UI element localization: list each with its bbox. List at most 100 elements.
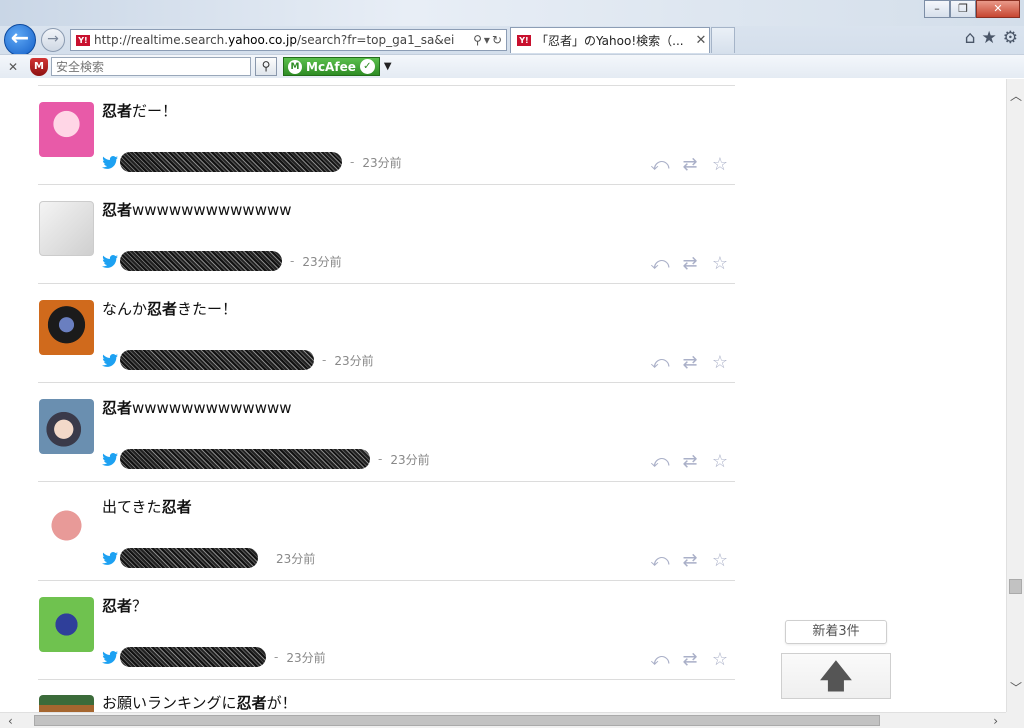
favorite-star-icon[interactable]: ☆ — [709, 649, 731, 670]
reply-icon[interactable]: ⤺ — [649, 550, 671, 571]
tweet-item: 忍者？ - 23分前 ⤺ ⇄ ☆ — [38, 581, 735, 680]
avatar[interactable] — [39, 597, 94, 652]
minimize-button[interactable]: – — [924, 0, 950, 18]
home-icon[interactable]: ⌂ — [965, 28, 976, 48]
reply-icon[interactable]: ⤺ — [649, 154, 671, 175]
yahoo-favicon-icon: Y! — [76, 34, 90, 46]
retweet-icon[interactable]: ⇄ — [679, 451, 701, 472]
gear-icon[interactable]: ⚙ — [1003, 28, 1018, 48]
scroll-left-icon[interactable]: ‹ — [8, 714, 13, 728]
tweet-time[interactable]: 23分前 — [302, 253, 341, 270]
favorite-star-icon[interactable]: ☆ — [709, 154, 731, 175]
tweet-text: 忍者だー！ — [102, 102, 178, 120]
check-icon: ✓ — [359, 59, 375, 74]
redacted-username — [120, 152, 342, 172]
vertical-scrollbar[interactable]: ︿ ﹀ — [1006, 79, 1024, 712]
twitter-bird-icon — [102, 155, 118, 169]
avatar[interactable] — [39, 102, 94, 157]
favorite-star-icon[interactable]: ☆ — [709, 550, 731, 571]
tweet-text: 忍者？ — [102, 597, 148, 615]
reply-icon[interactable]: ⤺ — [649, 451, 671, 472]
mcafee-logo-icon: M — [288, 59, 302, 74]
redacted-username — [120, 449, 370, 469]
twitter-bird-icon — [102, 551, 118, 565]
favorite-star-icon[interactable]: ☆ — [709, 352, 731, 373]
new-tweets-count[interactable]: 新着3件 — [785, 620, 887, 644]
tweet-time[interactable]: 23分前 — [362, 154, 401, 171]
redacted-username — [120, 548, 258, 568]
horizontal-scrollbar[interactable]: ‹ › — [0, 712, 1006, 728]
avatar[interactable] — [39, 201, 94, 256]
redacted-username — [120, 251, 282, 271]
tweet-time[interactable]: 23分前 — [276, 550, 315, 567]
tweet-time[interactable]: 23分前 — [334, 352, 373, 369]
title-bar — [0, 0, 1024, 26]
scroll-down-icon[interactable]: ﹀ — [1007, 679, 1024, 696]
close-window-button[interactable]: ✕ — [976, 0, 1020, 18]
up-arrow-icon: 🡅 — [819, 657, 853, 695]
reply-icon[interactable]: ⤺ — [649, 649, 671, 670]
tweet-feed: 忍者だー！ - 23分前 ⤺ ⇄ ☆ 忍者wwwwwwwwwwwww - 23分… — [38, 79, 735, 712]
page-content: 忍者だー！ - 23分前 ⤺ ⇄ ☆ 忍者wwwwwwwwwwwww - 23分… — [0, 79, 1006, 712]
avatar[interactable] — [39, 300, 94, 355]
browser-chrome: – ❐ ✕ ← → Y! http://realtime.search.yaho… — [0, 0, 1024, 78]
forward-arrow-icon[interactable]: → — [41, 28, 65, 52]
retweet-icon[interactable]: ⇄ — [679, 352, 701, 373]
horizontal-scroll-thumb[interactable] — [34, 715, 880, 726]
twitter-bird-icon — [102, 254, 118, 268]
tweet-item: なんか忍者きたー！ - 23分前 ⤺ ⇄ ☆ — [38, 284, 735, 383]
safe-search-input[interactable] — [51, 57, 251, 76]
toolbar: ✕ M ⚲ M McAfee ✓ ▼ — [0, 54, 1024, 78]
tweet-time[interactable]: 23分前 — [390, 451, 429, 468]
tweet-text: 忍者wwwwwwwwwwwww — [102, 201, 292, 219]
yahoo-favicon-icon: Y! — [517, 35, 531, 46]
mcafee-button[interactable]: M McAfee ✓ — [283, 57, 380, 76]
url-text: http://realtime.search.yahoo.co.jp/searc… — [94, 33, 455, 47]
favorite-star-icon[interactable]: ☆ — [709, 451, 731, 472]
redacted-username — [120, 647, 266, 667]
address-bar[interactable]: Y! http://realtime.search.yahoo.co.jp/se… — [70, 29, 507, 51]
back-arrow-icon[interactable]: ← — [4, 24, 36, 56]
avatar[interactable] — [39, 695, 94, 712]
tab-title: 「忍者」のYahoo!検索（... — [536, 34, 684, 48]
new-tab-button[interactable] — [711, 27, 735, 53]
vertical-scroll-thumb[interactable] — [1009, 579, 1022, 594]
retweet-icon[interactable]: ⇄ — [679, 649, 701, 670]
tab-yahoo-search[interactable]: Y! 「忍者」のYahoo!検索（... ✕ — [510, 27, 710, 53]
mcafee-shield-icon[interactable]: M — [30, 57, 48, 76]
favorite-star-icon[interactable]: ☆ — [709, 253, 731, 274]
tweet-item: 忍者wwwwwwwwwwwww - 23分前 ⤺ ⇄ ☆ — [38, 185, 735, 284]
search-button[interactable]: ⚲ — [255, 57, 277, 76]
scroll-right-icon[interactable]: › — [993, 714, 998, 728]
tweet-text: 出てきた忍者 — [102, 498, 192, 516]
retweet-icon[interactable]: ⇄ — [679, 154, 701, 175]
scroll-to-top-button[interactable]: 🡅 — [781, 653, 891, 699]
tweet-item: 忍者wwwwwwwwwwwww - 23分前 ⤺ ⇄ ☆ — [38, 383, 735, 482]
close-toolbar-icon[interactable]: ✕ — [4, 60, 22, 74]
dropdown-icon[interactable]: ▾ — [484, 33, 490, 47]
retweet-icon[interactable]: ⇄ — [679, 253, 701, 274]
tweet-text: 忍者wwwwwwwwwwwww — [102, 399, 292, 417]
chevron-down-icon[interactable]: ▼ — [384, 61, 392, 72]
avatar[interactable] — [39, 399, 94, 454]
refresh-icon[interactable]: ↻ — [492, 33, 502, 47]
tweet-item: お願いランキングに忍者が！ — [38, 680, 735, 712]
tweet-item: 出てきた忍者 23分前 ⤺ ⇄ ☆ — [38, 482, 735, 581]
maximize-button[interactable]: ❐ — [950, 0, 976, 18]
tweet-time[interactable]: 23分前 — [286, 649, 325, 666]
twitter-bird-icon — [102, 650, 118, 664]
redacted-username — [120, 350, 314, 370]
tweet-item: 忍者だー！ - 23分前 ⤺ ⇄ ☆ — [38, 86, 735, 185]
reply-icon[interactable]: ⤺ — [649, 352, 671, 373]
scroll-up-icon[interactable]: ︿ — [1007, 87, 1024, 104]
avatar[interactable] — [39, 498, 94, 553]
close-tab-icon[interactable]: ✕ — [693, 33, 709, 48]
reply-icon[interactable]: ⤺ — [649, 253, 671, 274]
star-icon[interactable]: ★ — [982, 28, 997, 48]
twitter-bird-icon — [102, 353, 118, 367]
window-controls: – ❐ ✕ — [924, 0, 1020, 18]
search-icon[interactable]: ⚲ — [473, 33, 482, 47]
retweet-icon[interactable]: ⇄ — [679, 550, 701, 571]
twitter-bird-icon — [102, 452, 118, 466]
tweet-text: なんか忍者きたー！ — [102, 300, 238, 318]
